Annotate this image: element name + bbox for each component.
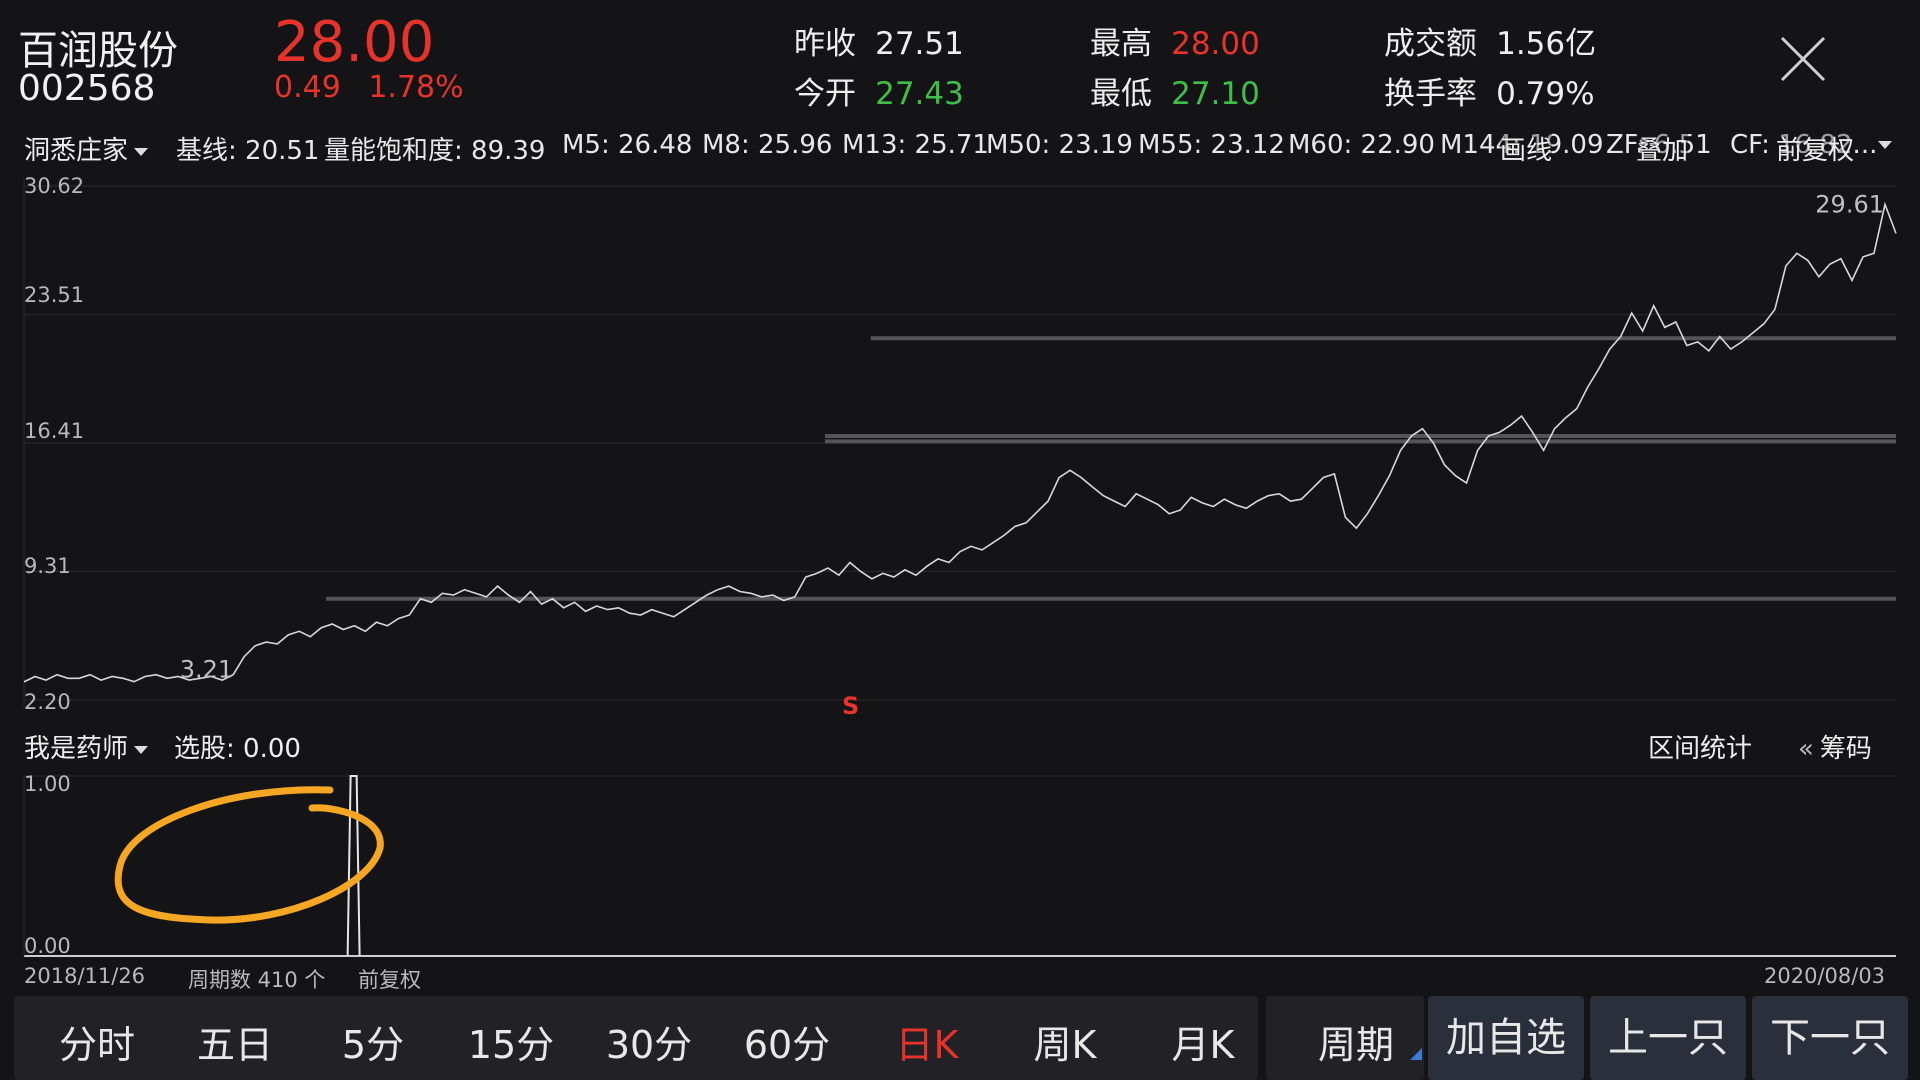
quote-value: 27.10 xyxy=(1171,76,1260,112)
sub-chart-series xyxy=(346,775,361,957)
period-selector[interactable]: 周期 xyxy=(1266,996,1424,1080)
dropdown-caret-icon xyxy=(134,745,149,754)
indicator-baseline: 基线: 20.51 xyxy=(176,136,320,164)
current-price: 28.00 xyxy=(274,10,435,75)
bottom-toolbar: 分时 五日 5分 15分 30分 60分 日K 周K 月K 周期 加自选 上一只… xyxy=(14,996,1914,1080)
prev-stock-button[interactable]: 上一只 xyxy=(1590,996,1746,1080)
end-date: 2020/08/03 xyxy=(1764,964,1886,988)
indicator-volume-saturation: 量能饱和度: 89.39 xyxy=(324,136,546,164)
next-stock-button[interactable]: 下一只 xyxy=(1752,996,1908,1080)
sell-signal-mark: S xyxy=(842,692,860,720)
indicator-m50: M50: 23.19 xyxy=(986,130,1133,160)
close-icon[interactable] xyxy=(1778,34,1828,84)
quote-turnover-rate: 换手率 0.79% xyxy=(1384,68,1595,113)
quote-low: 最低 27.10 xyxy=(1090,68,1260,113)
indicator-m55: M55: 23.12 xyxy=(1138,130,1285,160)
chart-support-bands xyxy=(326,336,1896,601)
stock-code: 002568 xyxy=(18,68,156,109)
indicator-m8: M8: 25.96 xyxy=(702,130,833,160)
quote-label: 换手率 xyxy=(1384,76,1477,112)
sub-y-tick-label: 1.00 xyxy=(24,772,71,796)
indicator-m5: M5: 26.48 xyxy=(562,130,693,160)
period-tabs: 分时 五日 5分 15分 30分 60分 日K 周K 月K xyxy=(14,996,1258,1080)
tab-monthly-k[interactable]: 月K xyxy=(1138,1014,1268,1069)
interval-stats-button[interactable]: 区间统计 xyxy=(1648,728,1752,765)
tab-daily-k[interactable]: 日K xyxy=(862,1014,992,1069)
quote-label: 成交额 xyxy=(1384,26,1477,62)
quote-label: 今开 xyxy=(794,76,856,112)
price-change: 0.49 1.78% xyxy=(274,70,464,105)
dropdown-caret-icon xyxy=(1878,141,1892,149)
overlay-button[interactable]: 叠加 xyxy=(1636,130,1689,164)
adjust-button[interactable]: 前复权 xyxy=(1776,130,1855,164)
tab-60min[interactable]: 60分 xyxy=(722,1014,852,1069)
y-tick-label: 2.20 xyxy=(24,690,71,714)
start-date: 2018/11/26 xyxy=(24,964,146,988)
handwritten-circle-mark xyxy=(114,786,384,924)
change-percent: 1.78% xyxy=(368,70,464,105)
indicator-bar: 洞悉庄家 基线: 20.51 量能饱和度: 89.39 M5: 26.48 M8… xyxy=(0,130,1920,164)
period-label: 周期 xyxy=(1318,1023,1395,1067)
double-chevron-left-icon: « xyxy=(1798,734,1814,764)
price-line-chart[interactable]: 3.21 29.61 xyxy=(0,168,1920,718)
indicator-m60: M60: 22.90 xyxy=(1288,130,1435,160)
tab-weekly-k[interactable]: 周K xyxy=(1000,1014,1130,1069)
quote-prev-close: 昨收 27.51 xyxy=(794,18,964,63)
sub-chart-gridlines xyxy=(23,775,1896,957)
quote-label: 最高 xyxy=(1090,26,1152,62)
y-tick-label: 30.62 xyxy=(24,174,85,198)
y-tick-label: 9.31 xyxy=(24,554,71,578)
quote-label: 最低 xyxy=(1090,76,1152,112)
y-tick-label: 16.41 xyxy=(24,419,85,443)
sub-indicator-selector[interactable]: 我是药师 xyxy=(24,728,149,765)
quote-turnover-amount: 成交额 1.56亿 xyxy=(1384,18,1596,63)
dropdown-caret-icon xyxy=(134,147,149,156)
draw-line-button[interactable]: 画线 xyxy=(1500,130,1553,164)
sub-indicator-chart[interactable] xyxy=(0,766,1920,962)
price-annotation: 29.61 xyxy=(1815,190,1884,218)
quote-value: 27.51 xyxy=(875,26,964,62)
tab-30min[interactable]: 30分 xyxy=(584,1014,714,1069)
tab-time-share[interactable]: 分时 xyxy=(32,1014,162,1069)
quote-open: 今开 27.43 xyxy=(794,68,964,113)
adjust-mode: 前复权 xyxy=(358,968,421,992)
quote-value: 28.00 xyxy=(1171,26,1260,62)
period-count: 周期数 410 个 xyxy=(188,968,326,992)
quote-value: 0.79% xyxy=(1496,76,1595,112)
tab-five-day[interactable]: 五日 xyxy=(170,1014,300,1069)
indicator-selector[interactable]: 洞悉庄家 xyxy=(24,130,149,164)
price-annotation: 3.21 xyxy=(180,656,233,684)
add-watchlist-button[interactable]: 加自选 xyxy=(1428,996,1584,1080)
chips-button[interactable]: «筹码 xyxy=(1798,728,1872,765)
indicator-m13: M13: 25.71 xyxy=(842,130,989,160)
quote-value: 1.56亿 xyxy=(1496,26,1597,62)
quote-label: 昨收 xyxy=(794,26,856,62)
sub-y-tick-label: 0.00 xyxy=(24,934,71,958)
change-amount: 0.49 xyxy=(274,70,341,105)
quote-value: 27.43 xyxy=(875,76,964,112)
corner-triangle-icon xyxy=(1410,1048,1422,1060)
signal-spike xyxy=(346,775,361,957)
quote-high: 最高 28.00 xyxy=(1090,18,1260,63)
tab-5min[interactable]: 5分 xyxy=(308,1014,438,1069)
sub-indicator-value: 选股: 0.00 xyxy=(174,734,301,764)
y-tick-label: 23.51 xyxy=(24,283,85,307)
tab-15min[interactable]: 15分 xyxy=(446,1014,576,1069)
